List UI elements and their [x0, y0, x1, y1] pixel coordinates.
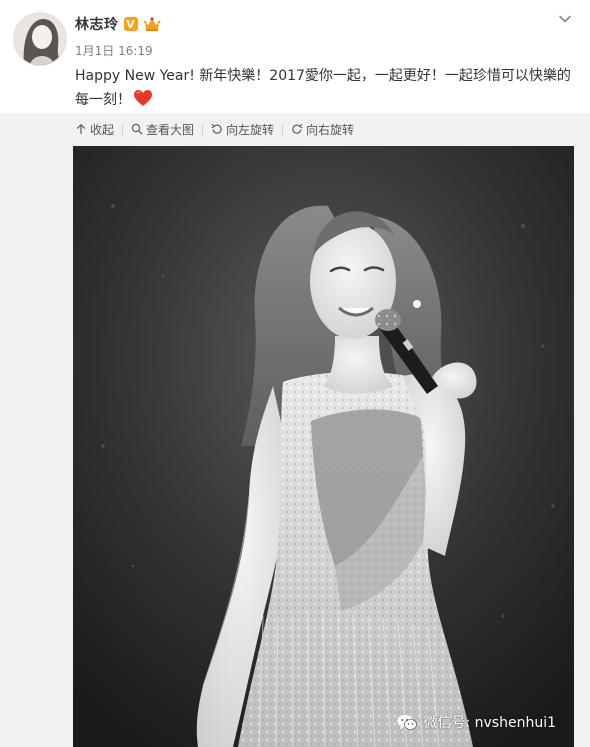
- weibo-post-card: 林志玲 V 1月1日 16:19 Happy New Year! 新年快樂！20…: [0, 0, 590, 747]
- rotate-right-label: 向右旋转: [306, 122, 355, 137]
- rotate-right-button[interactable]: 向右旋转: [289, 121, 356, 138]
- arrow-up-icon: [76, 124, 86, 135]
- view-large-label: 查看大图: [146, 122, 195, 137]
- collapse-label: 收起: [90, 122, 115, 137]
- post-timestamp[interactable]: 1月1日 16:19: [75, 42, 153, 59]
- post-photo[interactable]: 微信号: nvshenhui1: [73, 146, 574, 747]
- post-text-fragment: 每一刻！: [75, 92, 131, 108]
- rotate-left-label: 向左旋转: [226, 122, 275, 137]
- watermark: 微信号: nvshenhui1: [397, 712, 556, 732]
- avatar[interactable]: [13, 12, 67, 66]
- member-crown-icon: [143, 17, 160, 31]
- post-text: Happy New Year! 新年快樂！2017愛你一起，一起更好！一起珍惜可…: [75, 64, 571, 112]
- chevron-down-icon[interactable]: [558, 12, 572, 26]
- user-row: 林志玲 V: [75, 13, 161, 35]
- image-toolbar: 收起 查看大图 向左旋转 向右旋转: [73, 120, 356, 138]
- magnifier-icon: [131, 123, 143, 135]
- user-name[interactable]: 林志玲: [75, 14, 119, 34]
- media-panel: 收起 查看大图 向左旋转 向右旋转 微信号: nvshenhui1: [0, 113, 590, 747]
- view-large-button[interactable]: 查看大图: [129, 121, 196, 138]
- rotate-left-icon: [211, 123, 222, 134]
- toolbar-divider: [282, 123, 284, 135]
- post-header: 林志玲 V 1月1日 16:19 Happy New Year! 新年快樂！20…: [0, 0, 590, 113]
- rotate-left-button[interactable]: 向左旋转: [209, 121, 276, 138]
- collapse-button[interactable]: 收起: [73, 121, 116, 138]
- rotate-right-icon: [292, 123, 303, 134]
- concert-photo: [73, 146, 574, 747]
- post-text-line: 每一刻！: [75, 88, 565, 112]
- avatar-image: [14, 13, 66, 65]
- heart-icon: [134, 90, 152, 106]
- post-text-line: Happy New Year! 新年快樂！2017愛你一起，一起更好！一起珍惜可…: [75, 68, 571, 84]
- toolbar-divider: [122, 123, 124, 135]
- toolbar-divider: [202, 123, 204, 135]
- wechat-icon: [397, 714, 418, 730]
- watermark-text: 微信号: nvshenhui1: [423, 715, 556, 731]
- verified-badge-icon: V: [123, 17, 138, 31]
